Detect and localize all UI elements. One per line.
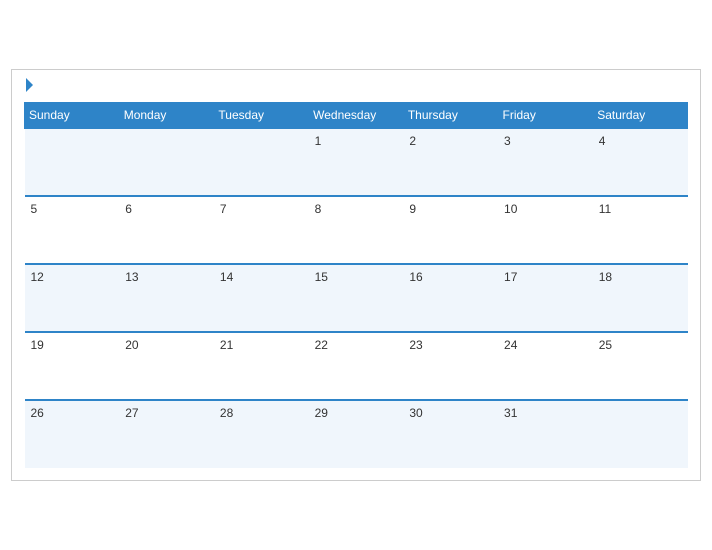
day-number: 16 bbox=[409, 270, 422, 284]
day-number: 22 bbox=[315, 338, 328, 352]
day-number: 13 bbox=[125, 270, 138, 284]
calendar-day-cell: 5 bbox=[25, 196, 120, 264]
calendar-day-cell: 31 bbox=[498, 400, 593, 468]
calendar-day-cell: 24 bbox=[498, 332, 593, 400]
weekday-header-thursday: Thursday bbox=[403, 103, 498, 129]
calendar-day-cell: 10 bbox=[498, 196, 593, 264]
calendar-day-cell: 9 bbox=[403, 196, 498, 264]
calendar-container: SundayMondayTuesdayWednesdayThursdayFrid… bbox=[11, 69, 701, 481]
calendar-day-cell: 16 bbox=[403, 264, 498, 332]
logo-arrow-icon bbox=[26, 78, 33, 92]
calendar-day-cell: 22 bbox=[309, 332, 404, 400]
day-number: 31 bbox=[504, 406, 517, 420]
calendar-header bbox=[24, 80, 688, 94]
day-number: 29 bbox=[315, 406, 328, 420]
calendar-day-cell: 20 bbox=[119, 332, 214, 400]
day-number: 17 bbox=[504, 270, 517, 284]
calendar-day-cell: 26 bbox=[25, 400, 120, 468]
calendar-day-cell: 11 bbox=[593, 196, 688, 264]
day-number: 6 bbox=[125, 202, 132, 216]
calendar-week-row: 26 27 28 29 30 31 bbox=[25, 400, 688, 468]
day-number: 14 bbox=[220, 270, 233, 284]
day-number: 11 bbox=[599, 202, 611, 216]
calendar-week-row: 5 6 7 8 9 10 11 bbox=[25, 196, 688, 264]
weekday-header-sunday: Sunday bbox=[25, 103, 120, 129]
day-number: 23 bbox=[409, 338, 422, 352]
day-number: 18 bbox=[599, 270, 612, 284]
weekday-header-tuesday: Tuesday bbox=[214, 103, 309, 129]
day-number: 12 bbox=[31, 270, 44, 284]
calendar-day-cell: 2 bbox=[403, 128, 498, 196]
calendar-day-cell: 15 bbox=[309, 264, 404, 332]
day-number: 20 bbox=[125, 338, 138, 352]
calendar-day-cell: 4 bbox=[593, 128, 688, 196]
day-number: 28 bbox=[220, 406, 233, 420]
calendar-day-cell: 19 bbox=[25, 332, 120, 400]
calendar-day-cell: 18 bbox=[593, 264, 688, 332]
calendar-grid: SundayMondayTuesdayWednesdayThursdayFrid… bbox=[24, 102, 688, 468]
day-number: 27 bbox=[125, 406, 138, 420]
calendar-day-cell bbox=[214, 128, 309, 196]
weekday-header-wednesday: Wednesday bbox=[309, 103, 404, 129]
calendar-day-cell bbox=[25, 128, 120, 196]
day-number: 3 bbox=[504, 134, 511, 148]
calendar-day-cell: 28 bbox=[214, 400, 309, 468]
calendar-day-cell: 21 bbox=[214, 332, 309, 400]
calendar-day-cell bbox=[119, 128, 214, 196]
calendar-week-row: 1 2 3 4 bbox=[25, 128, 688, 196]
day-number: 4 bbox=[599, 134, 606, 148]
calendar-day-cell: 29 bbox=[309, 400, 404, 468]
weekday-header-saturday: Saturday bbox=[593, 103, 688, 129]
day-number: 30 bbox=[409, 406, 422, 420]
day-number: 1 bbox=[315, 134, 322, 148]
calendar-week-row: 19 20 21 22 23 24 25 bbox=[25, 332, 688, 400]
calendar-day-cell: 17 bbox=[498, 264, 593, 332]
weekday-header-monday: Monday bbox=[119, 103, 214, 129]
calendar-day-cell: 27 bbox=[119, 400, 214, 468]
calendar-day-cell: 13 bbox=[119, 264, 214, 332]
calendar-thead: SundayMondayTuesdayWednesdayThursdayFrid… bbox=[25, 103, 688, 129]
calendar-day-cell: 8 bbox=[309, 196, 404, 264]
day-number: 19 bbox=[31, 338, 44, 352]
logo bbox=[24, 80, 33, 94]
calendar-body: 1234567891011121314151617181920212223242… bbox=[25, 128, 688, 468]
day-number: 7 bbox=[220, 202, 227, 216]
calendar-day-cell: 6 bbox=[119, 196, 214, 264]
calendar-day-cell: 23 bbox=[403, 332, 498, 400]
day-number: 9 bbox=[409, 202, 416, 216]
calendar-day-cell: 30 bbox=[403, 400, 498, 468]
calendar-day-cell: 12 bbox=[25, 264, 120, 332]
calendar-day-cell bbox=[593, 400, 688, 468]
calendar-day-cell: 25 bbox=[593, 332, 688, 400]
calendar-day-cell: 3 bbox=[498, 128, 593, 196]
calendar-week-row: 12 13 14 15 16 17 18 bbox=[25, 264, 688, 332]
weekday-header-row: SundayMondayTuesdayWednesdayThursdayFrid… bbox=[25, 103, 688, 129]
day-number: 25 bbox=[599, 338, 612, 352]
calendar-day-cell: 14 bbox=[214, 264, 309, 332]
day-number: 21 bbox=[220, 338, 233, 352]
calendar-day-cell: 1 bbox=[309, 128, 404, 196]
day-number: 8 bbox=[315, 202, 322, 216]
day-number: 15 bbox=[315, 270, 328, 284]
calendar-day-cell: 7 bbox=[214, 196, 309, 264]
day-number: 5 bbox=[31, 202, 38, 216]
day-number: 2 bbox=[409, 134, 416, 148]
day-number: 24 bbox=[504, 338, 517, 352]
day-number: 26 bbox=[31, 406, 44, 420]
weekday-header-friday: Friday bbox=[498, 103, 593, 129]
day-number: 10 bbox=[504, 202, 517, 216]
